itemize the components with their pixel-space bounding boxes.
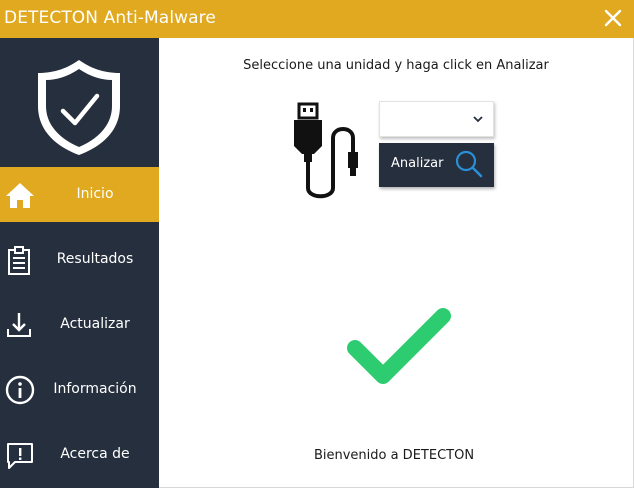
sidebar-item-label: Actualizar xyxy=(60,316,130,332)
drive-select[interactable] xyxy=(379,101,494,137)
title-bar[interactable]: DETECTON Anti-Malware xyxy=(0,0,634,38)
sidebar-item-inicio[interactable]: Inicio xyxy=(0,167,159,222)
info-icon xyxy=(5,375,35,405)
close-icon[interactable] xyxy=(602,7,624,29)
shield-check-icon xyxy=(38,60,120,155)
sidebar-item-actualizar[interactable]: Actualizar xyxy=(0,297,159,352)
usb-cable-icon xyxy=(294,102,358,199)
window-title: DETECTON Anti-Malware xyxy=(4,8,216,28)
clipboard-icon xyxy=(8,246,30,275)
sidebar-item-acerca-de[interactable]: Acerca de xyxy=(0,427,159,482)
sidebar-item-resultados[interactable]: Resultados xyxy=(0,232,159,287)
main-panel: Seleccione una unidad y haga click en An… xyxy=(159,38,633,487)
instruction-text: Seleccione una unidad y haga click en An… xyxy=(243,58,549,73)
sidebar-item-label: Información xyxy=(53,381,137,397)
analyze-button[interactable]: Analizar xyxy=(379,143,494,187)
sidebar-item-label: Acerca de xyxy=(60,446,130,462)
welcome-text: Bienvenido a DETECTON xyxy=(313,448,475,463)
message-alert-icon xyxy=(7,443,33,469)
download-icon xyxy=(7,313,31,337)
check-icon xyxy=(347,308,451,384)
analyze-button-label: Analizar xyxy=(391,156,444,171)
sidebar-item-label: Inicio xyxy=(76,186,114,202)
app-window: DETECTON Anti-Malware Inicio Resultados … xyxy=(0,0,634,488)
home-icon xyxy=(6,183,34,208)
search-icon xyxy=(455,150,483,178)
sidebar: Inicio Resultados Actualizar Información… xyxy=(0,38,159,488)
chevron-down-icon xyxy=(473,116,483,123)
sidebar-item-informacion[interactable]: Información xyxy=(0,362,159,417)
sidebar-item-label: Resultados xyxy=(56,251,134,267)
